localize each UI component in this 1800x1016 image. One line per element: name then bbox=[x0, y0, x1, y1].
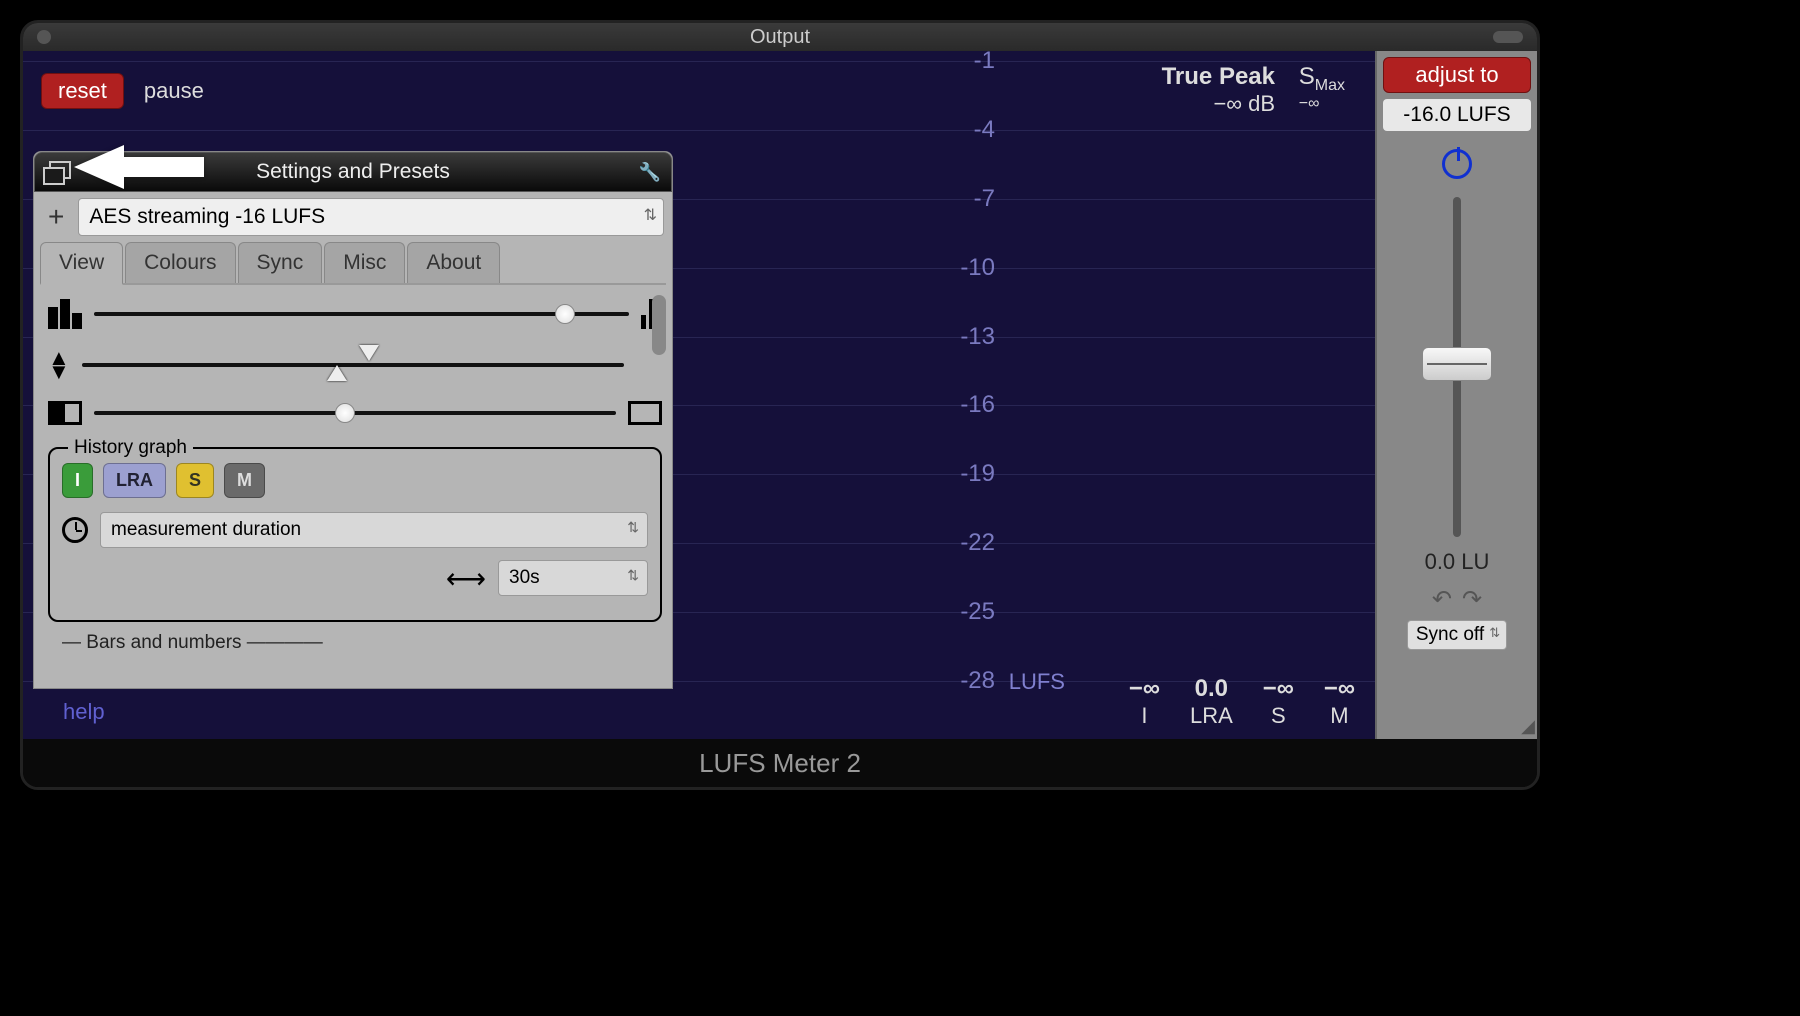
sync-select[interactable]: Sync off bbox=[1407, 620, 1507, 650]
range-slider[interactable]: ▲▼ bbox=[48, 351, 662, 379]
bar-width-slider[interactable] bbox=[48, 299, 662, 329]
app-body: -1-4-7-10-13-16-19-22-25-28 reset pause … bbox=[23, 51, 1537, 739]
wide-bars-icon bbox=[48, 299, 82, 329]
tab-colours[interactable]: Colours bbox=[125, 242, 235, 283]
h-arrows-icon: ⟷ bbox=[446, 562, 486, 595]
gridline bbox=[23, 61, 1375, 62]
history-lra-button[interactable]: LRA bbox=[103, 463, 166, 498]
power-icon[interactable] bbox=[1442, 149, 1472, 179]
tab-body-view: ▲▼ History graph I LRA bbox=[34, 285, 672, 664]
tab-misc[interactable]: Misc bbox=[324, 242, 405, 283]
gain-fader[interactable] bbox=[1453, 197, 1461, 537]
true-peak-readout: True Peak −∞ dB bbox=[1162, 63, 1275, 117]
tab-view[interactable]: View bbox=[40, 242, 123, 285]
wrench-icon[interactable]: 🔧 bbox=[639, 162, 661, 183]
settings-panel: Settings and Presets 🔧 + AES streaming -… bbox=[33, 151, 673, 689]
scale-tick: -19 bbox=[960, 460, 995, 488]
window-control-pill[interactable] bbox=[1493, 31, 1523, 43]
smax-readout: SMax −∞ bbox=[1299, 63, 1345, 113]
lufs-label: LUFS bbox=[1009, 669, 1065, 695]
undo-redo: ↶ ↷ bbox=[1432, 585, 1482, 614]
resize-grip-icon[interactable]: ◢ bbox=[1521, 716, 1535, 737]
lra-value: 0.0 bbox=[1190, 675, 1233, 703]
true-peak-value: −∞ dB bbox=[1162, 91, 1275, 117]
scale-tick: -4 bbox=[974, 116, 995, 144]
top-toolbar: reset pause bbox=[41, 73, 204, 109]
window-control-dot[interactable] bbox=[37, 30, 51, 44]
adjust-to-button[interactable]: adjust to bbox=[1383, 57, 1531, 93]
bottom-readouts: −∞I 0.0LRA −∞S −∞M bbox=[1129, 675, 1355, 729]
pause-button[interactable]: pause bbox=[144, 78, 204, 104]
gain-readout: 0.0 LU bbox=[1425, 549, 1490, 575]
m-value: −∞ bbox=[1324, 675, 1355, 703]
undo-icon[interactable]: ↶ bbox=[1432, 585, 1452, 614]
scale-tick: -16 bbox=[960, 391, 995, 419]
i-value: −∞ bbox=[1129, 675, 1160, 703]
scale-tick: -7 bbox=[974, 185, 995, 213]
reset-button[interactable]: reset bbox=[41, 73, 124, 109]
target-value[interactable]: -16.0 LUFS bbox=[1383, 99, 1531, 131]
add-preset-button[interactable]: + bbox=[42, 201, 70, 233]
side-panel: adjust to -16.0 LUFS 0.0 LU ↶ ↷ Sync off… bbox=[1375, 51, 1537, 739]
duration-value-select[interactable]: 30s bbox=[498, 560, 648, 596]
popout-icon[interactable] bbox=[43, 161, 71, 183]
meter-area: -1-4-7-10-13-16-19-22-25-28 reset pause … bbox=[23, 51, 1375, 739]
plugin-window: Output -1 -4 -7 -10 -13 -16 -19 -22 -25 -28 reset… bbox=[20, 20, 1540, 790]
true-peak-label: True Peak bbox=[1162, 63, 1275, 91]
tab-sync[interactable]: Sync bbox=[238, 242, 323, 283]
half-rect-icon bbox=[48, 401, 82, 425]
app-footer: LUFS Meter 2 bbox=[23, 739, 1537, 787]
titlebar: Output bbox=[23, 23, 1537, 51]
tab-about[interactable]: About bbox=[407, 242, 500, 283]
scale-tick: -28 bbox=[960, 667, 995, 695]
fader-knob[interactable] bbox=[1422, 347, 1492, 381]
aspect-slider[interactable] bbox=[48, 401, 662, 425]
scale-tick: -25 bbox=[960, 598, 995, 626]
scale-tick: -13 bbox=[960, 323, 995, 351]
duration-mode-select[interactable]: measurement duration bbox=[100, 512, 648, 548]
history-m-button[interactable]: M bbox=[224, 463, 265, 498]
smax-value: −∞ bbox=[1299, 95, 1345, 113]
help-link[interactable]: help bbox=[63, 699, 105, 725]
vertical-arrows-icon: ▲▼ bbox=[48, 351, 70, 379]
clock-icon bbox=[62, 517, 88, 543]
preset-select[interactable]: AES streaming -16 LUFS bbox=[78, 198, 664, 236]
redo-icon[interactable]: ↷ bbox=[1462, 585, 1482, 614]
bars-numbers-group-label: — Bars and numbers ———— bbox=[48, 632, 662, 654]
history-graph-group: History graph I LRA S M measurement dura… bbox=[48, 447, 662, 622]
scrollbar-thumb[interactable] bbox=[652, 295, 666, 355]
scale-tick: -10 bbox=[960, 254, 995, 282]
settings-panel-header[interactable]: Settings and Presets 🔧 bbox=[34, 152, 672, 192]
history-i-button[interactable]: I bbox=[62, 463, 93, 498]
history-s-button[interactable]: S bbox=[176, 463, 214, 498]
settings-tabs: View Colours Sync Misc About bbox=[40, 242, 666, 285]
s-value: −∞ bbox=[1263, 675, 1294, 703]
window-title: Output bbox=[750, 26, 810, 49]
full-rect-icon bbox=[628, 401, 662, 425]
gridline bbox=[23, 130, 1375, 131]
scale-tick: -1 bbox=[974, 51, 995, 75]
scale-tick: -22 bbox=[960, 529, 995, 557]
